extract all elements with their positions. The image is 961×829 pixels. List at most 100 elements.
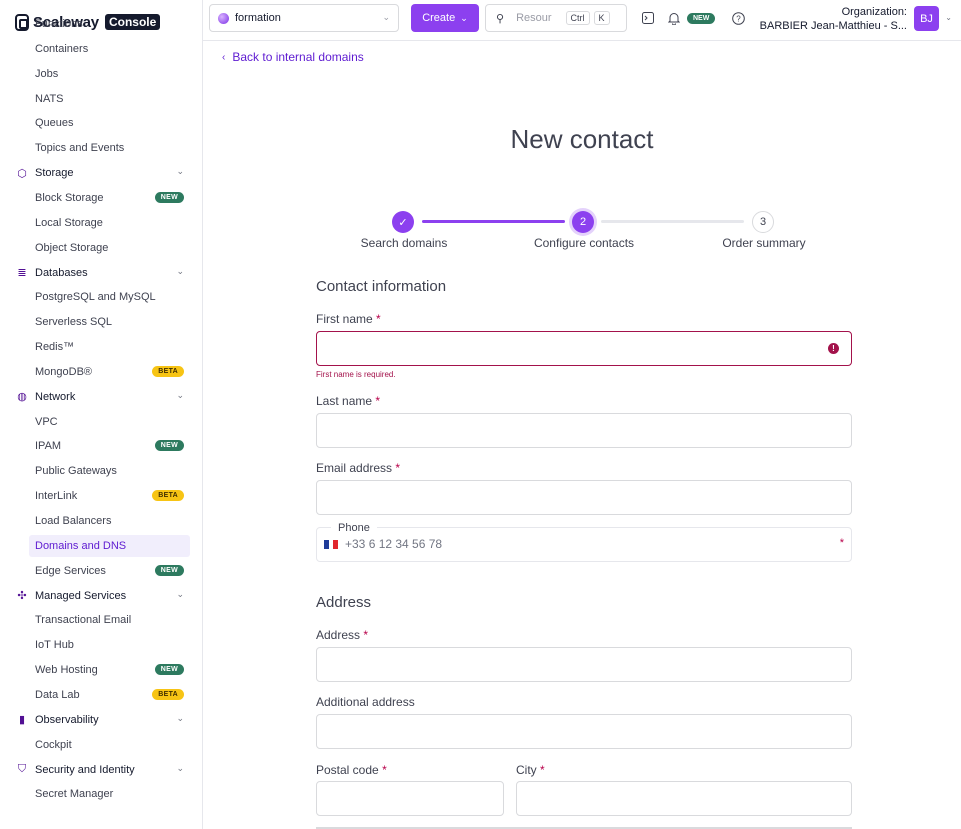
sidebar-group-observability[interactable]: ▮ Observability ⌄: [15, 709, 190, 731]
sidebar-item-label: NATS: [35, 92, 64, 105]
search-placeholder: Resour: [516, 12, 552, 24]
chevron-down-icon: ⌄: [176, 588, 184, 599]
sidebar-item-secret-manager[interactable]: Secret Manager: [29, 783, 190, 805]
sidebar-group-network[interactable]: ◍ Network ⌄: [15, 386, 190, 408]
sidebar-item-serverless-sql[interactable]: Serverless SQL: [29, 311, 190, 333]
required-mark: *: [375, 394, 381, 408]
sidebar-group-managed-services[interactable]: ✣ Managed Services ⌄: [15, 585, 190, 607]
sidebar-item-label: Block Storage: [35, 191, 104, 204]
sidebar-group-databases[interactable]: ≣ Databases ⌄: [15, 262, 190, 284]
sidebar-item-label: Topics and Events: [35, 142, 125, 155]
sidebar-item-mongodb[interactable]: MongoDB® BETA: [29, 361, 190, 383]
required-mark: *: [382, 763, 387, 777]
required-mark: *: [363, 628, 369, 642]
chevron-down-icon: ⌄: [176, 265, 184, 276]
email-field[interactable]: [316, 480, 852, 515]
required-mark: *: [839, 537, 844, 549]
sidebar-item-label: Transactional Email: [35, 614, 132, 627]
additional-address-field[interactable]: [316, 714, 852, 749]
postal-code-label-text: Postal code: [316, 763, 379, 777]
sidebar-item-label: Load Balancers: [35, 515, 112, 527]
sidebar-item-nats[interactable]: NATS: [29, 88, 190, 110]
sidebar-item-label: Redis™: [35, 341, 75, 354]
terminal-icon[interactable]: [640, 10, 656, 26]
sidebar-item-label: Object Storage: [35, 241, 109, 254]
svg-text:?: ?: [736, 14, 741, 23]
sidebar-item-domains-and-dns[interactable]: Domains and DNS: [29, 534, 190, 557]
sidebar-item-postgresql-and-mysql[interactable]: PostgreSQL and MySQL: [29, 286, 190, 308]
email-label-text: Email address: [316, 461, 393, 475]
address-field[interactable]: [316, 647, 852, 682]
phone-label: Phone: [331, 522, 377, 534]
project-name: formation: [235, 12, 281, 24]
sidebar-item-label: InterLink: [35, 490, 78, 503]
project-icon: [218, 12, 229, 24]
org-user: BARBIER Jean-Matthieu - S...: [759, 20, 907, 32]
create-button[interactable]: Create ⌄: [411, 4, 479, 32]
chevron-down-icon: ⌄: [460, 12, 468, 23]
sidebar-item-containers[interactable]: Containers: [29, 38, 190, 60]
sidebar-item-label: Serverless SQL: [35, 316, 113, 329]
topbar: formation ⌄ Create ⌄ ⚲ Resour Ctrl K NEW…: [203, 0, 961, 41]
sidebar-item-local-storage[interactable]: Local Storage: [29, 212, 190, 234]
avatar[interactable]: BJ: [914, 6, 939, 31]
step-label-summary: Order summary: [722, 236, 806, 250]
sidebar-item-queues[interactable]: Queues: [29, 112, 190, 134]
sidebar-item-label: IoT Hub: [35, 639, 74, 652]
sidebar-item-data-lab[interactable]: Data Lab BETA: [29, 684, 190, 706]
chevron-down-icon: ⌄: [176, 762, 184, 773]
required-mark: *: [395, 461, 401, 475]
sidebar-item-topics-and-events[interactable]: Topics and Events: [29, 137, 190, 159]
back-link-label: Back to internal domains: [232, 50, 364, 64]
first-name-field[interactable]: !: [316, 331, 852, 366]
managed-services-icon: ✣: [17, 590, 27, 603]
sidebar-item-vpc[interactable]: VPC: [29, 411, 190, 433]
chevron-down-icon: ⌄: [176, 712, 184, 723]
search-input[interactable]: ⚲ Resour Ctrl K: [485, 4, 627, 32]
sidebar-item-label: IPAM: [35, 440, 62, 453]
project-selector[interactable]: formation ⌄: [209, 4, 399, 32]
city-field[interactable]: [516, 781, 852, 816]
address-label-text: Address: [316, 628, 361, 642]
sidebar-item-web-hosting[interactable]: Web Hosting NEW: [29, 659, 190, 681]
chevron-down-icon[interactable]: ⌄: [945, 13, 952, 22]
sidebar-item-ipam[interactable]: IPAM NEW: [29, 435, 190, 457]
first-name-label: First name *: [316, 312, 381, 326]
create-label: Create: [422, 12, 456, 24]
sidebar-item-object-storage[interactable]: Object Storage: [29, 237, 190, 259]
kbd-k: K: [593, 11, 610, 25]
sidebar-item-load-balancers[interactable]: Load Balancers: [29, 510, 190, 532]
sidebar-item-transactional-email[interactable]: Transactional Email: [29, 609, 190, 631]
last-name-label-text: Last name: [316, 394, 373, 408]
kbd-ctrl: Ctrl: [565, 11, 590, 25]
search-icon: ⚲: [496, 12, 505, 25]
back-link[interactable]: ‹ Back to internal domains: [222, 50, 364, 64]
bell-icon[interactable]: [666, 10, 682, 26]
sidebar-item-label: Web Hosting: [35, 664, 98, 677]
step-done-marker: ✓: [392, 211, 414, 233]
beta-badge: BETA: [152, 490, 184, 502]
sidebar-item-label: Public Gateways: [35, 465, 117, 478]
sidebar-item-iot-hub[interactable]: IoT Hub: [29, 634, 190, 656]
sidebar-item-functions[interactable]: Functions: [29, 13, 190, 35]
sidebar-item-edge-services[interactable]: Edge Services NEW: [29, 560, 190, 582]
org-label: Organization:: [841, 6, 907, 18]
last-name-field[interactable]: [316, 413, 852, 448]
sidebar-item-interlink[interactable]: InterLink BETA: [29, 485, 190, 507]
sidebar-item-public-gateways[interactable]: Public Gateways: [29, 460, 190, 482]
sidebar-group-storage[interactable]: ⬡ Storage ⌄: [15, 162, 190, 184]
globe-icon: ◍: [17, 391, 27, 404]
organization-info[interactable]: Organization: BARBIER Jean-Matthieu - S.…: [760, 5, 907, 33]
sidebar-item-jobs[interactable]: Jobs: [29, 63, 190, 85]
sidebar-item-redis[interactable]: Redis™: [29, 336, 190, 358]
sidebar-item-block-storage[interactable]: Block Storage NEW: [29, 187, 190, 209]
sidebar-group-security-and-identity[interactable]: ⛉ Security and Identity ⌄: [15, 759, 190, 781]
phone-field[interactable]: Phone +33 6 12 34 56 78 *: [316, 522, 852, 562]
additional-address-label: Additional address: [316, 695, 415, 709]
postal-code-label: Postal code *: [316, 763, 387, 777]
step-label-search: Search domains: [360, 236, 448, 250]
help-icon[interactable]: ?: [730, 10, 746, 26]
sidebar-item-cockpit[interactable]: Cockpit: [29, 734, 190, 756]
france-flag-icon[interactable]: [324, 540, 339, 549]
postal-code-field[interactable]: [316, 781, 504, 816]
